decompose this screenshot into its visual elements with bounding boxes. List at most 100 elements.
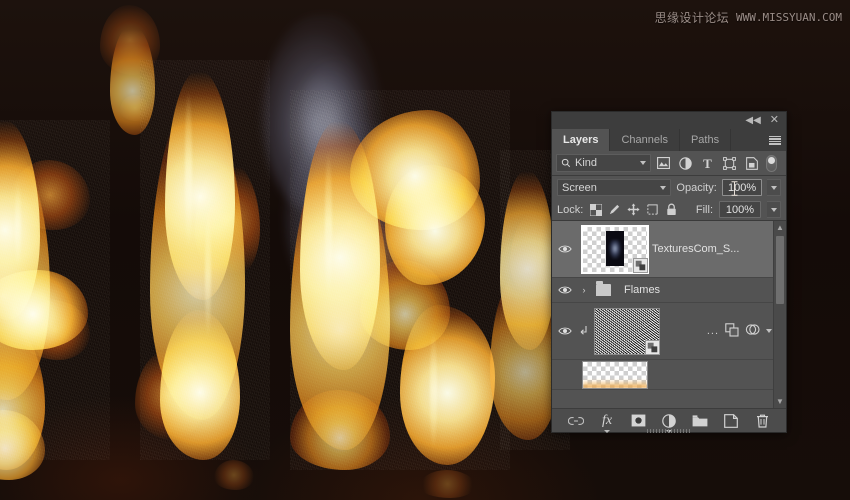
smart-object-badge-icon — [633, 257, 648, 273]
chevron-down-icon — [770, 185, 777, 190]
layer-overflow-dots[interactable]: ... — [707, 325, 719, 337]
tab-layers[interactable]: Layers — [552, 129, 611, 151]
scroll-up-icon[interactable]: ▲ — [776, 221, 784, 234]
layers-scrollbar[interactable]: ▲ ▼ — [773, 221, 786, 408]
opacity-value: 100% — [728, 181, 757, 194]
tab-channels[interactable]: Channels — [610, 129, 680, 151]
ember-speck-2 — [420, 470, 475, 498]
add-layer-mask-icon[interactable] — [630, 413, 646, 429]
layer-name[interactable]: Flames — [624, 284, 772, 296]
screenshot-root: 思缘设计论坛 WWW.MISSYUAN.COM ◀◀ ✕ Layers Chan… — [0, 0, 850, 500]
panel-titlebar: ◀◀ ✕ — [552, 112, 786, 129]
eye-icon — [558, 245, 572, 253]
chevron-down-icon — [640, 161, 646, 165]
new-layer-icon[interactable] — [723, 413, 739, 429]
panel-menu-button[interactable] — [764, 129, 786, 151]
layer-row-icons[interactable]: ... — [707, 322, 772, 340]
flame-letter-i — [135, 60, 270, 460]
lock-row[interactable]: Lock: Fill: 100% — [552, 199, 786, 221]
layer-style-fx-icon[interactable]: fx — [599, 412, 615, 433]
flame-letter-r — [290, 90, 510, 470]
fill-input[interactable]: 100% — [719, 201, 761, 218]
ember-speck-3 — [120, 95, 150, 121]
shape-layer-filter-icon[interactable] — [720, 154, 739, 172]
layer-row[interactable] — [552, 360, 786, 390]
clipping-mask-arrow-icon — [578, 325, 590, 337]
layers-list[interactable]: TexturesCom_S... › Flames ... ▲ ▼ — [552, 221, 786, 408]
new-group-icon[interactable] — [692, 413, 708, 429]
layer-visibility-toggle[interactable] — [552, 285, 578, 295]
pixel-layer-filter-icon[interactable] — [654, 154, 673, 172]
layer-thumbnail[interactable] — [582, 360, 648, 389]
tab-channels-label: Channels — [621, 134, 668, 146]
smart-filter-effects-icon[interactable] — [745, 322, 760, 340]
filter-kind-select[interactable]: Kind — [556, 154, 651, 172]
chevron-down-icon — [770, 207, 777, 212]
layer-row[interactable]: TexturesCom_S... — [552, 221, 786, 278]
watermark-url-text: WWW.MISSYUAN.COM — [736, 11, 842, 24]
opacity-stepper[interactable] — [767, 179, 781, 196]
lock-image-pixels-icon[interactable] — [608, 203, 621, 216]
collapse-panel-icon[interactable]: ◀◀ — [745, 115, 760, 126]
eye-icon — [558, 286, 572, 294]
ember-speck-1 — [214, 460, 254, 490]
watermark-chinese-text: 思缘设计论坛 — [654, 11, 730, 25]
folder-icon — [595, 281, 611, 296]
filter-enable-toggle[interactable] — [766, 154, 777, 172]
layers-panel-bottom-bar[interactable]: fx — [552, 408, 786, 433]
eye-icon — [558, 327, 572, 335]
search-icon — [561, 158, 571, 168]
opacity-label: Opacity: — [676, 181, 717, 194]
new-adjustment-layer-icon[interactable] — [661, 413, 677, 433]
type-layer-filter-icon[interactable]: T — [698, 154, 717, 172]
layer-visibility-toggle[interactable] — [552, 244, 578, 254]
scrollbar-track[interactable] — [774, 234, 786, 395]
layer-row[interactable]: › Flames — [552, 278, 786, 303]
fill-label: Fill: — [695, 203, 713, 216]
tab-paths[interactable]: Paths — [679, 129, 732, 151]
layers-panel[interactable]: ◀◀ ✕ Layers Channels Paths Kind T Screen… — [551, 111, 787, 433]
smart-object-badge-icon — [645, 339, 660, 355]
scrollbar-thumb[interactable] — [776, 236, 784, 304]
lock-position-icon[interactable] — [627, 203, 640, 216]
chevron-down-icon[interactable] — [766, 329, 772, 333]
close-panel-icon[interactable]: ✕ — [770, 115, 779, 126]
layer-filter-row[interactable]: Kind T — [552, 151, 786, 176]
adjustment-layer-filter-icon[interactable] — [676, 154, 695, 172]
layer-thumbnail-cell[interactable] — [578, 224, 652, 274]
tab-paths-label: Paths — [690, 134, 720, 146]
layer-thumbnail[interactable] — [581, 224, 649, 274]
smart-object-filter-icon[interactable] — [742, 154, 761, 172]
fill-stepper[interactable] — [767, 201, 781, 218]
layer-filter-mask-icon[interactable] — [725, 322, 739, 340]
blend-mode-select[interactable]: Screen — [557, 179, 672, 196]
layer-name[interactable]: TexturesCom_S... — [652, 243, 772, 255]
svg-text:T: T — [703, 157, 712, 170]
fill-value: 100% — [725, 203, 755, 216]
filter-kind-label: Kind — [575, 157, 598, 169]
lock-label: Lock: — [557, 203, 584, 216]
flame-letter-f — [0, 120, 110, 480]
layer-visibility-toggle[interactable] — [552, 326, 578, 336]
delete-layer-icon[interactable] — [754, 413, 770, 429]
scroll-down-icon[interactable]: ▼ — [776, 395, 784, 408]
link-layers-icon[interactable] — [568, 413, 584, 429]
opacity-input[interactable]: 100% — [721, 179, 763, 196]
lock-all-icon[interactable] — [665, 203, 678, 216]
watermark: 思缘设计论坛 WWW.MISSYUAN.COM — [655, 9, 842, 26]
chevron-down-icon — [660, 185, 667, 190]
fx-label: fx — [601, 412, 613, 428]
layer-thumbnail-cell[interactable] — [578, 360, 652, 389]
panel-tab-bar[interactable]: Layers Channels Paths — [552, 129, 786, 151]
layer-row[interactable]: ... — [552, 303, 786, 360]
blend-mode-value: Screen — [562, 181, 597, 194]
chevron-right-icon[interactable]: › — [578, 285, 590, 295]
lock-transparent-pixels-icon[interactable] — [589, 203, 602, 216]
panel-resize-grip[interactable] — [647, 429, 691, 433]
hamburger-menu-icon — [769, 135, 781, 145]
layer-thumbnail[interactable] — [594, 307, 660, 355]
lock-artboard-nesting-icon[interactable] — [646, 203, 659, 216]
layer-thumbnail-cell[interactable] — [590, 307, 664, 355]
tab-layers-label: Layers — [563, 134, 599, 146]
blend-mode-row[interactable]: Screen Opacity: 100% — [552, 176, 786, 199]
